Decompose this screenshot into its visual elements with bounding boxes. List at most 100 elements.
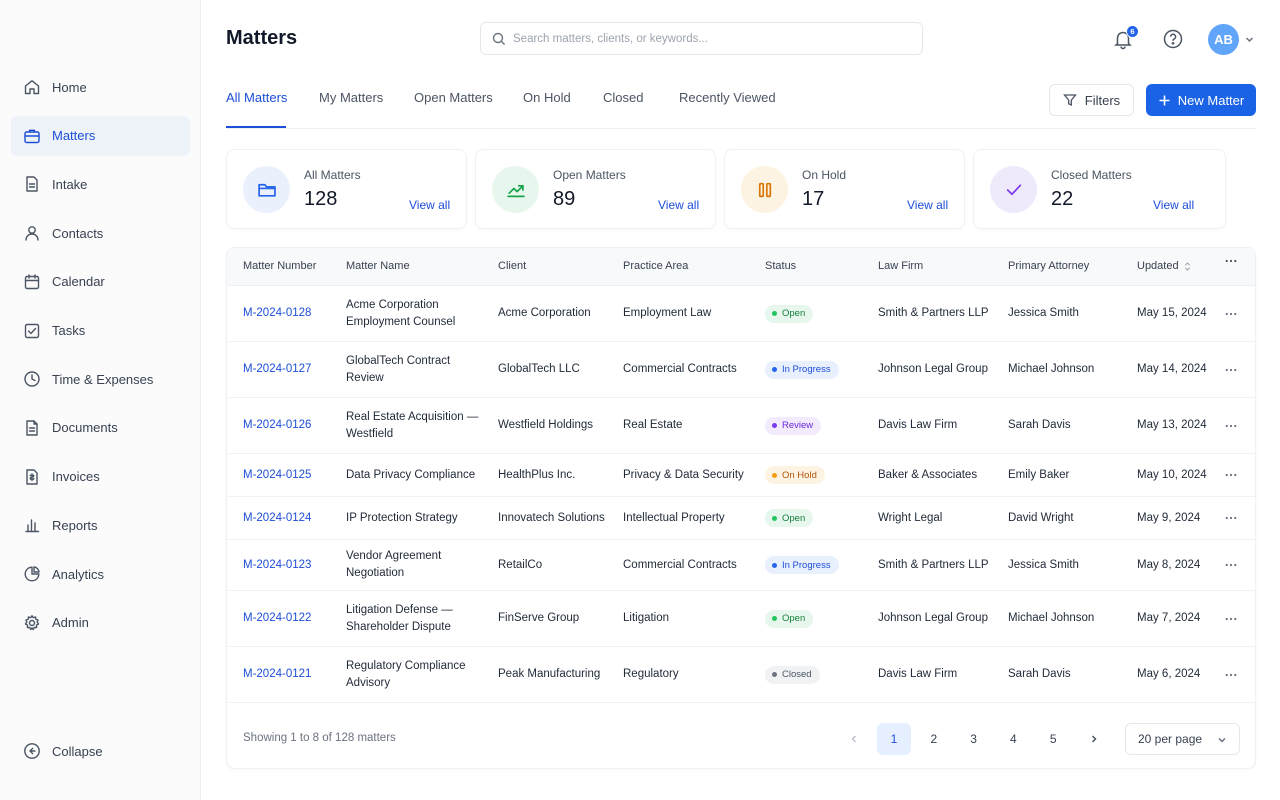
page-button-5[interactable]: 5 (1036, 723, 1070, 755)
table-row[interactable]: M-2024-0122 Litigation Defense — Sharehol… (227, 591, 1255, 647)
status-text: On Hold (782, 469, 817, 481)
sidebar-item-reports[interactable]: Reports (11, 505, 190, 545)
table-row[interactable]: M-2024-0123 Vendor Agreement Negotiation R… (227, 540, 1255, 591)
matter-number-link[interactable]: M-2024-0127 (243, 342, 311, 397)
sidebar-item-admin[interactable]: Admin (11, 603, 190, 643)
matter-number-link[interactable]: M-2024-0125 (243, 454, 311, 496)
sidebar-item-home[interactable]: Home (11, 67, 190, 107)
sidebar-item-calendar[interactable]: Calendar (11, 262, 190, 302)
row-more-options-icon[interactable] (1225, 454, 1237, 496)
user-icon (23, 224, 41, 242)
law-firm: Smith & Partners LLP (878, 558, 989, 571)
status-cell: In Progress (765, 540, 839, 590)
plus-icon (1159, 95, 1170, 105)
row-more-options-icon[interactable] (1225, 497, 1237, 539)
matter-number-link[interactable]: M-2024-0123 (243, 540, 311, 590)
practice-area: Real Estate (623, 419, 683, 431)
gear-icon (23, 614, 41, 632)
sidebar-item-analytics[interactable]: Analytics (11, 554, 190, 594)
next-page-button[interactable] (1077, 723, 1111, 755)
collapse-button[interactable]: Collapse (11, 731, 190, 771)
sidebar-item-contacts[interactable]: Contacts (11, 213, 190, 253)
new-matter-button[interactable]: New Matter (1146, 84, 1256, 116)
table-row[interactable]: M-2024-0125 Data Privacy Compliance Health… (227, 454, 1255, 497)
practice-area: Commercial Contracts (623, 558, 737, 571)
row-more-options-icon[interactable] (1225, 647, 1237, 702)
row-more-options-icon[interactable] (1225, 286, 1237, 341)
view-all-link[interactable]: View all (1153, 198, 1194, 212)
law-firm: Smith & Partners LLP (878, 307, 989, 319)
row-more-options-icon[interactable] (1225, 342, 1237, 397)
intake-icon (23, 175, 41, 193)
updated-date: May 9, 2024 (1137, 511, 1201, 524)
page-button-3[interactable]: 3 (957, 723, 991, 755)
view-all-link[interactable]: View all (907, 198, 948, 212)
collapse-label: Collapse (52, 743, 103, 759)
table-row[interactable]: M-2024-0128 Acme Corporation Employment C… (227, 286, 1255, 342)
sidebar-item-label: Matters (52, 128, 96, 144)
per-page-select[interactable]: 20 per page (1125, 723, 1240, 755)
row-more-options-icon[interactable] (1225, 398, 1237, 453)
matter-number-link[interactable]: M-2024-0128 (243, 286, 311, 341)
row-more-options-icon[interactable] (1225, 591, 1237, 646)
client-name: Acme Corporation (498, 307, 591, 319)
matter-number-link[interactable]: M-2024-0126 (243, 398, 311, 453)
sidebar-item-matters[interactable]: Matters (11, 115, 190, 156)
avatar[interactable]: AB (1208, 24, 1239, 55)
tab-on-hold[interactable]: On Hold (523, 90, 571, 105)
view-all-link[interactable]: View all (409, 198, 450, 212)
help-icon[interactable] (1162, 28, 1184, 50)
sidebar-item-documents[interactable]: Documents (11, 408, 190, 448)
matter-number-link[interactable]: M-2024-0121 (243, 647, 311, 702)
tab-all-matters[interactable]: All Matters (226, 90, 287, 105)
table-row[interactable]: M-2024-0126 Real Estate Acquisition — Wes… (227, 398, 1255, 454)
status-dot (772, 472, 777, 478)
prev-page-button[interactable] (837, 723, 871, 755)
tab-closed[interactable]: Closed (603, 90, 643, 105)
table-row[interactable]: M-2024-0127 GlobalTech Contract Review Glo… (227, 342, 1255, 398)
search-input[interactable] (513, 32, 903, 45)
column-header-updated[interactable]: Updated (1137, 260, 1191, 272)
home-icon (23, 78, 41, 96)
table-row[interactable]: M-2024-0121 Regulatory Compliance Advisor… (227, 647, 1255, 703)
column-header-label: Updated (1137, 260, 1179, 272)
page-button-1[interactable]: 1 (877, 723, 911, 755)
updated-date: May 10, 2024 (1137, 468, 1207, 481)
sidebar-item-tasks[interactable]: Tasks (11, 311, 190, 351)
sidebar-item-intake[interactable]: Intake (11, 164, 190, 204)
client-name: Westfield Holdings (498, 419, 594, 431)
view-all-link[interactable]: View all (658, 198, 699, 212)
page-button-2[interactable]: 2 (917, 723, 951, 755)
practice-area: Intellectual Property (623, 511, 725, 524)
sidebar-item-time-expenses[interactable]: Time & Expenses (11, 359, 190, 399)
law-firm: Davis Law Firm (878, 419, 958, 431)
filters-button[interactable]: Filters (1049, 84, 1134, 116)
status-cell: Review (765, 398, 822, 453)
stat-label: Open Matters (553, 168, 626, 182)
sort-icon[interactable] (1184, 261, 1191, 271)
row-more-options-icon[interactable] (1225, 540, 1237, 590)
more-options-icon[interactable] (1225, 259, 1237, 263)
stat-card-on-hold: On Hold 17 View all (724, 149, 965, 229)
sidebar-item-invoices[interactable]: Invoices (11, 457, 190, 497)
law-firm: Baker & Associates (878, 468, 978, 481)
tab-recently-viewed[interactable]: Recently Viewed (679, 90, 776, 105)
page-button-4[interactable]: 4 (996, 723, 1030, 755)
table-row[interactable]: M-2024-0124 IP Protection Strategy Innovat… (227, 497, 1255, 540)
practice-area: Employment Law (623, 307, 712, 319)
chevron-down-icon[interactable] (1244, 34, 1255, 45)
primary-attorney: Emily Baker (1008, 468, 1070, 481)
table-header: Matter Number Matter Name Client Practice A… (227, 248, 1255, 286)
checkbox-icon (23, 322, 41, 340)
client-name: GlobalTech LLC (498, 363, 580, 375)
primary-attorney: Sarah Davis (1008, 419, 1071, 431)
column-header-law-firm: Law Firm (878, 260, 923, 272)
matter-number-link[interactable]: M-2024-0124 (243, 497, 311, 539)
tab-my-matters[interactable]: My Matters (319, 90, 383, 105)
column-header-label: Law Firm (878, 260, 924, 272)
updated-date: May 6, 2024 (1137, 668, 1201, 680)
client-name: RetailCo (498, 558, 543, 571)
search-box[interactable] (480, 22, 923, 55)
tab-open-matters[interactable]: Open Matters (414, 90, 493, 105)
matter-number-link[interactable]: M-2024-0122 (243, 591, 311, 646)
